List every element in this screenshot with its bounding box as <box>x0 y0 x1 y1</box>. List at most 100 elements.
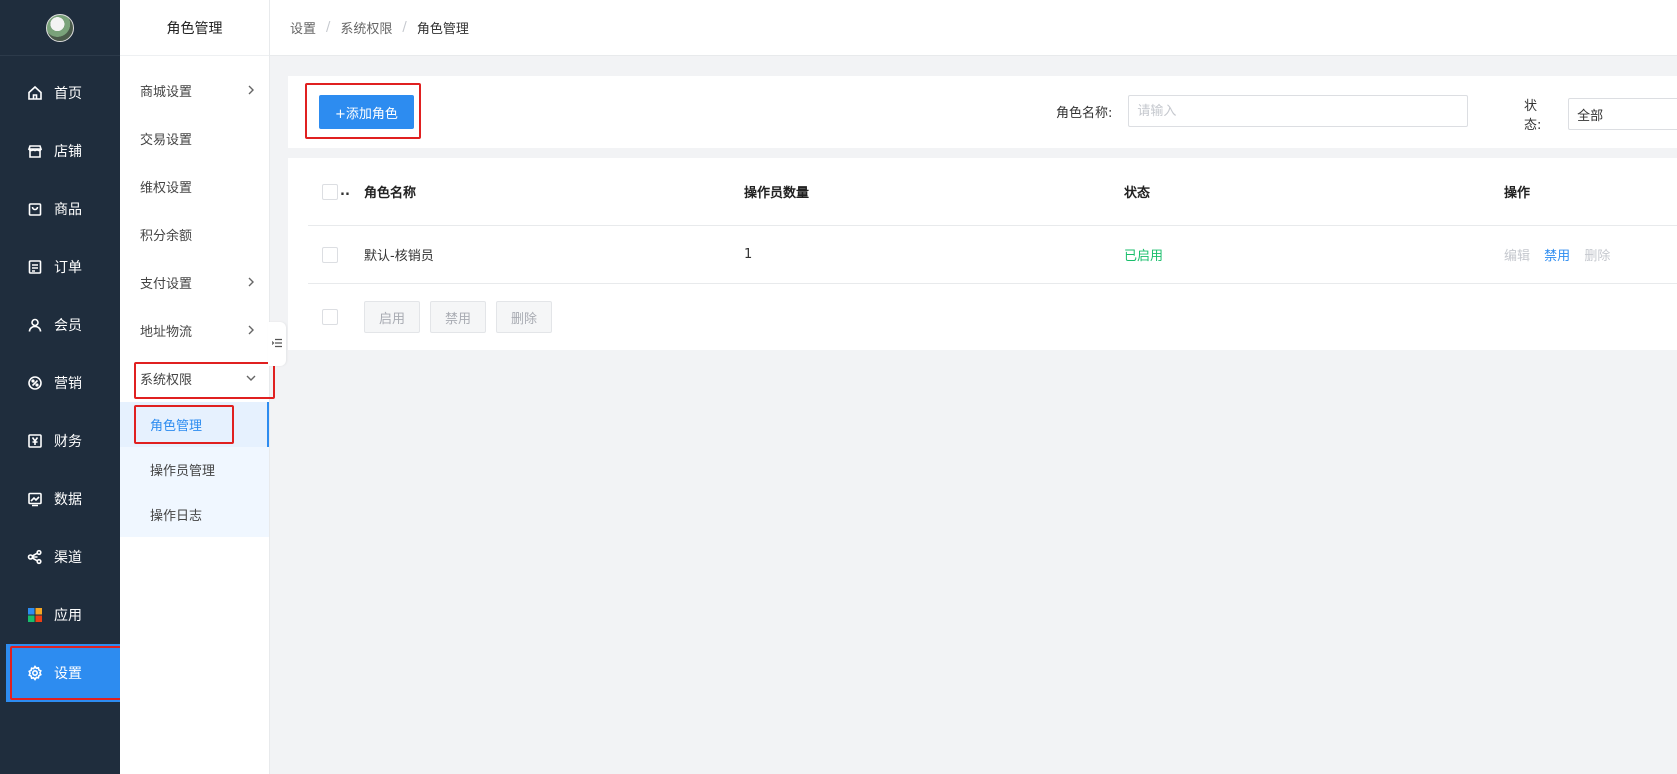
nav-item-settings[interactable]: 设置 <box>6 644 126 702</box>
sub-item-label: 交易设置 <box>140 132 193 148</box>
sub-child-label: 角色管理 <box>133 405 235 444</box>
breadcrumb-item[interactable]: 设置 <box>290 18 316 37</box>
sub-item-address-logistics[interactable]: 地址物流 <box>120 306 269 354</box>
sub-item-payment-settings[interactable]: 支付设置 <box>120 258 269 306</box>
add-role-button[interactable]: +添加角色 <box>319 95 414 129</box>
nav-item-label: 订单 <box>54 260 82 276</box>
collapse-sidebar-button[interactable] <box>268 322 286 366</box>
column-header-name: 角色名称 <box>364 186 417 201</box>
table-header: .. 角色名称 操作员数量 状态 操作 <box>308 158 1677 226</box>
breadcrumb: 设置 / 系统权限 / 角色管理 <box>270 0 1677 56</box>
breadcrumb-item[interactable]: 系统权限 <box>340 18 392 37</box>
status-cell: 已启用 <box>1124 249 1164 264</box>
nav-item-apps[interactable]: 应用 <box>0 586 120 644</box>
role-name-filter: 角色名称: <box>1056 95 1469 127</box>
breadcrumb-separator: / <box>402 20 407 35</box>
sub-item-label: 商城设置 <box>140 84 193 100</box>
sub-item-label: 系统权限 <box>140 372 193 388</box>
main-nav: 首页 店铺 商品 订单 会员 营销 财务 数据 渠道 应用 设置 <box>0 0 126 774</box>
batch-actions: 启用 禁用 删除 <box>308 301 562 333</box>
batch-select-checkbox[interactable] <box>322 309 338 325</box>
user-icon <box>26 316 44 334</box>
nav-item-data[interactable]: 数据 <box>0 470 120 528</box>
sub-item-points-balance[interactable]: 积分余额 <box>120 210 269 258</box>
batch-disable-button[interactable]: 禁用 <box>430 301 487 333</box>
nav-item-label: 店铺 <box>54 144 82 160</box>
column-header-count: 操作员数量 <box>744 186 810 201</box>
menu-fold-icon <box>271 337 282 352</box>
sub-sidebar: 角色管理 商城设置 交易设置 维权设置 积分余额 支付设置 地址物流 系统权限 <box>120 0 275 774</box>
edit-link[interactable]: 编辑 <box>1504 249 1530 264</box>
nav-item-label: 商品 <box>54 202 82 218</box>
role-table-card: .. 角色名称 操作员数量 状态 操作 默认-核销员 1 已启用 编辑 禁用 删… <box>288 158 1677 350</box>
nav-item-label: 应用 <box>54 608 82 624</box>
sub-child-label: 操作日志 <box>150 509 203 524</box>
nav-item-orders[interactable]: 订单 <box>0 238 120 296</box>
sub-child-operator-management[interactable]: 操作员管理 <box>120 447 269 492</box>
role-name-cell: 默认-核销员 <box>364 249 434 264</box>
status-select-value: 全部 <box>1577 108 1604 124</box>
header-checkbox-cell: .. <box>308 183 364 200</box>
marketing-icon <box>26 374 44 392</box>
nav-item-channel[interactable]: 渠道 <box>0 528 120 586</box>
sub-item-mall-settings[interactable]: 商城设置 <box>120 66 269 114</box>
status-select[interactable]: 全部 <box>1568 98 1677 130</box>
logo <box>0 0 120 56</box>
breadcrumb-separator: / <box>326 20 331 35</box>
batch-delete-button[interactable]: 删除 <box>496 301 553 333</box>
sub-menu: 商城设置 交易设置 维权设置 积分余额 支付设置 地址物流 系统权限 角色管理 <box>120 56 275 537</box>
apps-icon <box>26 606 44 624</box>
store-icon <box>26 142 44 160</box>
nav-item-label: 营销 <box>54 376 82 392</box>
avatar[interactable] <box>46 13 74 42</box>
sub-item-label: 地址物流 <box>140 324 193 340</box>
sub-item-system-permissions[interactable]: 系统权限 <box>120 354 275 402</box>
filter-toolbar: +添加角色 角色名称: 状态: 全部 <box>288 76 1677 148</box>
sub-item-label: 支付设置 <box>140 276 193 292</box>
chevron-down-icon <box>245 372 257 384</box>
nav-item-members[interactable]: 会员 <box>0 296 120 354</box>
yen-icon <box>26 432 44 450</box>
sub-item-trade-settings[interactable]: 交易设置 <box>120 114 269 162</box>
column-header-status: 状态 <box>1124 186 1151 201</box>
chevron-right-icon <box>245 276 257 288</box>
table-row: 默认-核销员 1 已启用 编辑 禁用 删除 <box>308 226 1677 284</box>
nav-item-goods[interactable]: 商品 <box>0 180 120 238</box>
share-icon <box>26 548 44 566</box>
nav-item-label: 会员 <box>54 318 82 334</box>
nav-item-label: 设置 <box>54 666 82 682</box>
sub-item-rights-settings[interactable]: 维权设置 <box>120 162 269 210</box>
nav-item-label: 首页 <box>54 86 82 102</box>
row-checkbox-cell <box>308 246 364 263</box>
bag-icon <box>26 200 44 218</box>
status-label: 状态: <box>1524 99 1542 133</box>
breadcrumb-current: 角色管理 <box>416 22 469 37</box>
nav-item-home[interactable]: 首页 <box>0 64 120 122</box>
actions-cell: 编辑 禁用 删除 <box>1504 245 1677 264</box>
sub-child-operation-log[interactable]: 操作日志 <box>120 492 269 537</box>
chevron-right-icon <box>245 324 257 336</box>
sub-item-label: 积分余额 <box>140 228 193 244</box>
chart-icon <box>26 490 44 508</box>
status-filter: 状态: 全部 <box>1524 95 1677 133</box>
nav-item-store[interactable]: 店铺 <box>0 122 120 180</box>
home-icon <box>26 84 44 102</box>
sub-child-role-management[interactable]: 角色管理 <box>120 402 269 447</box>
role-name-label: 角色名称: <box>1056 105 1113 121</box>
chevron-right-icon <box>245 84 257 96</box>
select-all-checkbox[interactable] <box>322 183 338 200</box>
delete-link[interactable]: 删除 <box>1584 249 1610 264</box>
disable-link[interactable]: 禁用 <box>1544 249 1570 264</box>
nav-item-finance[interactable]: 财务 <box>0 412 120 470</box>
row-checkbox[interactable] <box>322 246 338 263</box>
column-header-actions: 操作 <box>1504 186 1531 201</box>
nav-item-label: 财务 <box>54 434 82 450</box>
nav-item-marketing[interactable]: 营销 <box>0 354 120 412</box>
batch-enable-button[interactable]: 启用 <box>364 301 421 333</box>
sub-item-label: 维权设置 <box>140 180 193 196</box>
nav-item-label: 数据 <box>54 492 82 508</box>
role-table: .. 角色名称 操作员数量 状态 操作 默认-核销员 1 已启用 编辑 禁用 删… <box>308 158 1677 284</box>
nav-item-label: 渠道 <box>54 550 82 566</box>
role-name-input[interactable] <box>1128 95 1469 127</box>
sub-children: 角色管理 操作员管理 操作日志 <box>120 402 269 537</box>
